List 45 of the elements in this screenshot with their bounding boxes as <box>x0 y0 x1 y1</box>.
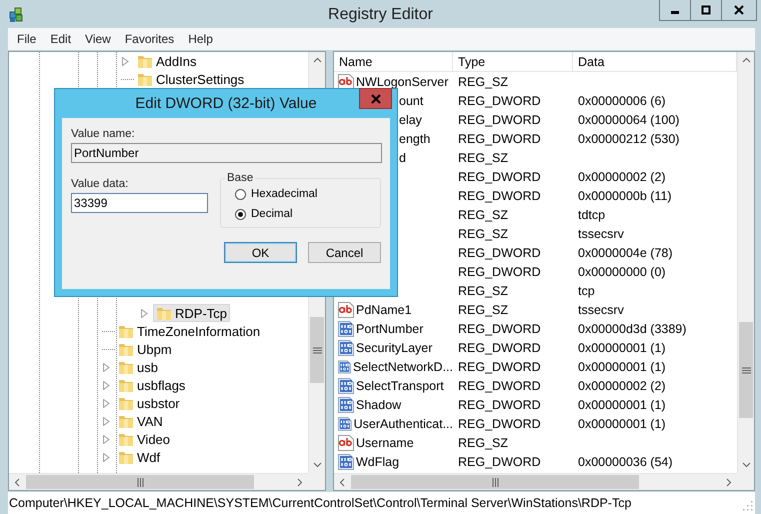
value-type: REG_SZ <box>458 208 508 222</box>
value-data: 0x00000001 (1) <box>578 360 666 374</box>
value-type: REG_DWORD <box>458 112 541 126</box>
field-label: Value name: <box>71 128 136 140</box>
value-data: 0x00000002 (2) <box>578 170 666 184</box>
value-data: 0x00000064 (100) <box>578 112 680 126</box>
value-data: 0x00000001 (1) <box>578 340 666 354</box>
value-type: REG_DWORD <box>458 454 541 468</box>
value-data: tdtcp <box>578 208 606 222</box>
window-title: Registry Editor <box>328 5 433 24</box>
status-path: Computer\HKEY_LOCAL_MACHINE\SYSTEM\CurrentControlSet\Control\Terminal Server\WinStations\RDP-Tcp <box>9 496 632 510</box>
value-type: REG_DWORD <box>458 170 541 184</box>
value-type: REG_SZ <box>458 284 508 298</box>
value-data: 0x00000036 (54) <box>578 454 673 468</box>
value-data: 0x00000212 (530) <box>578 132 680 146</box>
value-data: 0x00000002 (2) <box>578 378 666 392</box>
value-data: 0x00000000 (0) <box>578 264 666 278</box>
value-data: 0x00000001 (1) <box>578 416 666 430</box>
group-label: Base <box>226 172 254 184</box>
dialog-title: Edit DWORD (32-bit) Value <box>135 95 317 112</box>
value-type: REG_DWORD <box>458 398 541 412</box>
value-data: tcp <box>578 284 595 298</box>
value-type: REG_DWORD <box>458 246 541 260</box>
value-data: 0x00000006 (6) <box>578 94 666 108</box>
value-type: REG_DWORD <box>458 94 541 108</box>
value-type: REG_DWORD <box>458 416 541 430</box>
value-type: REG_DWORD <box>458 378 541 392</box>
value-type: REG_SZ <box>458 74 508 88</box>
value-type: REG_DWORD <box>458 322 541 336</box>
value-data: 0x0000000b (11) <box>578 188 672 202</box>
value-type: REG_DWORD <box>458 340 541 354</box>
value-type: REG_SZ <box>458 436 508 450</box>
value-type: REG_DWORD <box>458 188 541 202</box>
value-data: 0x0000004e (78) <box>578 246 673 260</box>
value-type: REG_SZ <box>458 150 508 164</box>
value-type: REG_DWORD <box>458 132 541 146</box>
field-label: Value data: <box>71 178 130 190</box>
value-data: 0x00000d3d (3389) <box>578 322 686 336</box>
value-type: REG_DWORD <box>458 264 541 278</box>
value-data: tssecsrv <box>578 302 624 316</box>
value-data: 0x00000001 (1) <box>578 398 666 412</box>
value-type: REG_SZ <box>458 226 508 240</box>
value-type: REG_SZ <box>458 302 508 316</box>
value-data: tssecsrv <box>578 226 624 240</box>
value-type: REG_DWORD <box>458 360 541 374</box>
